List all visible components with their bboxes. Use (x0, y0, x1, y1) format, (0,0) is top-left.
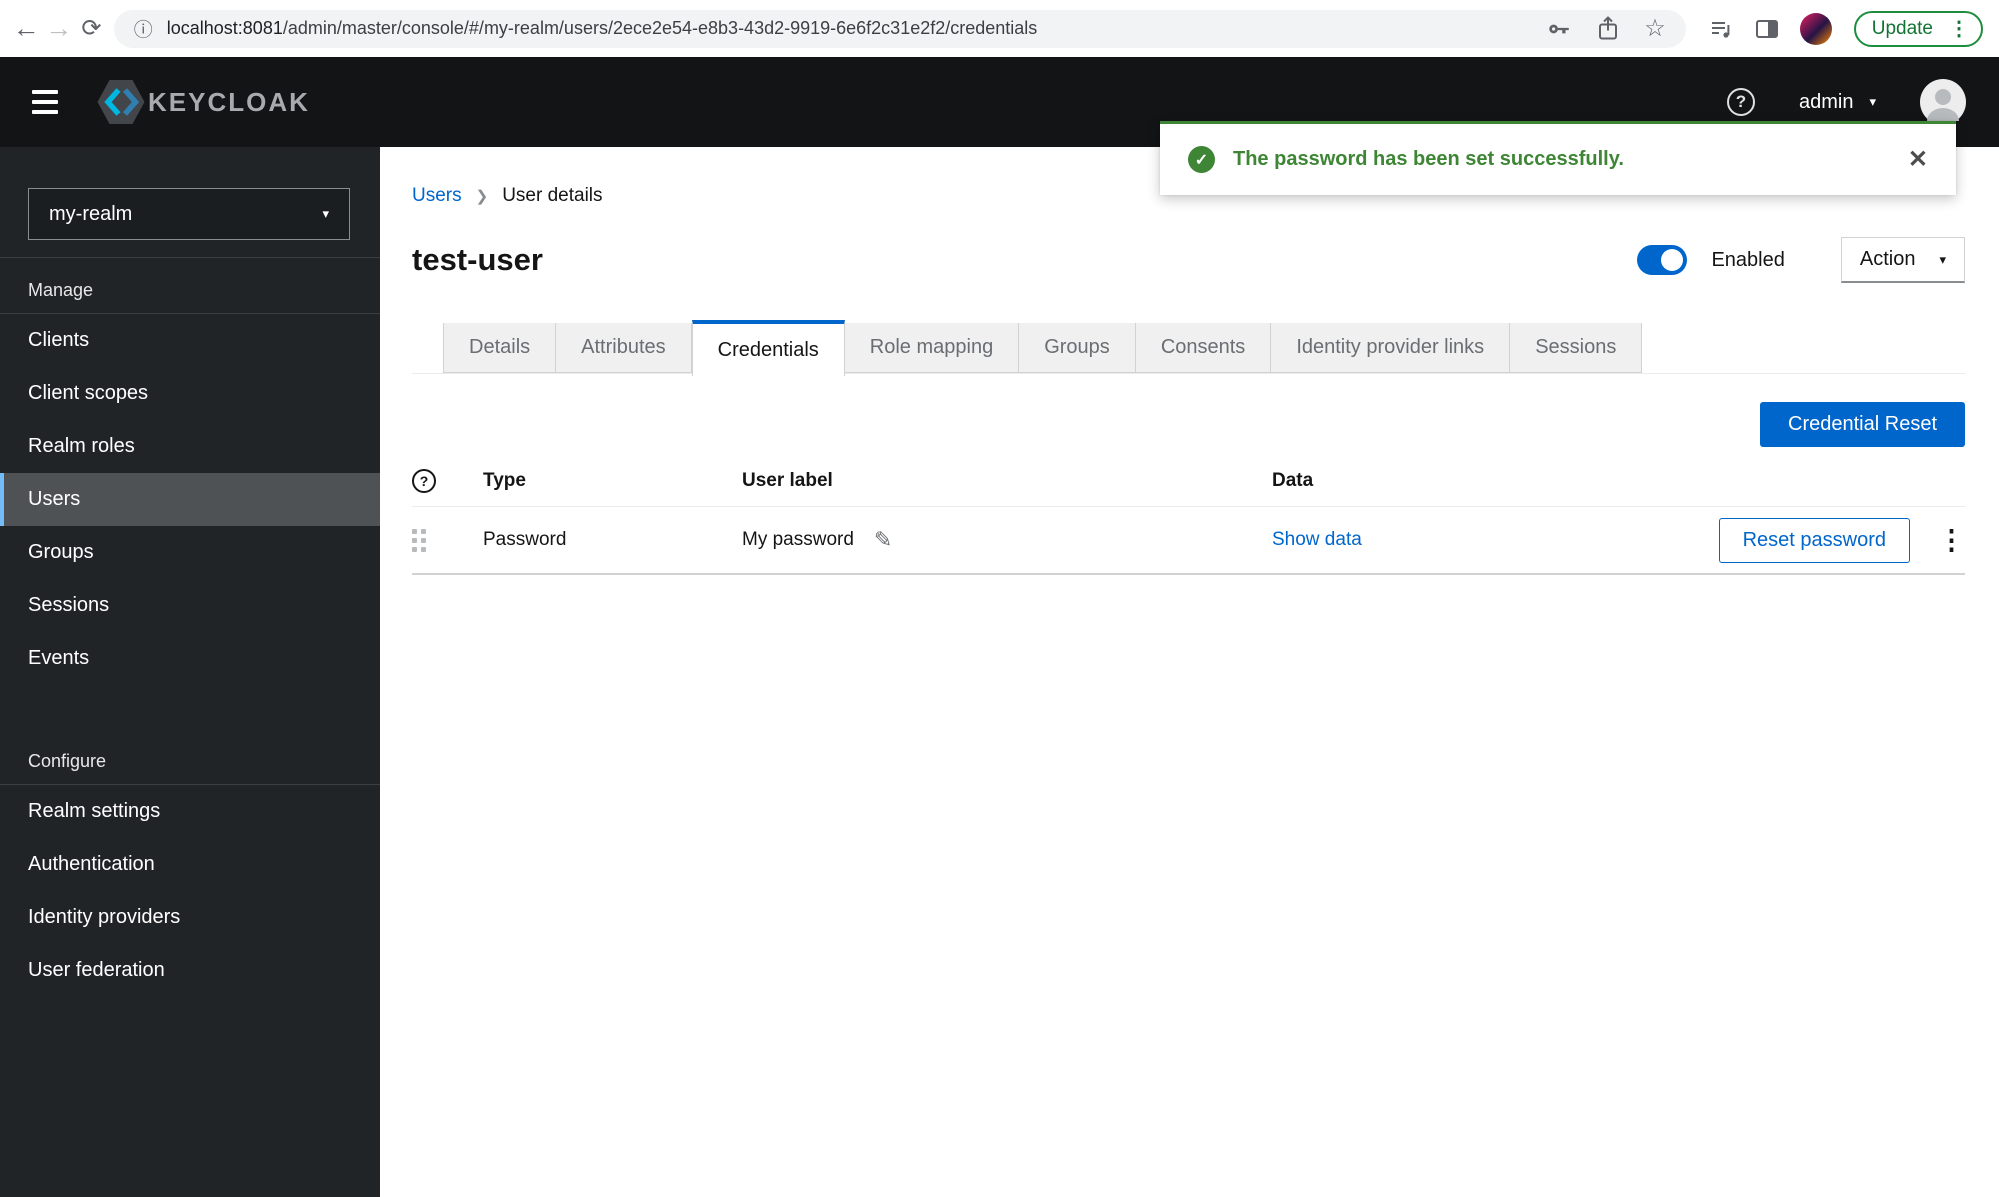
forward-icon[interactable]: → (43, 13, 76, 44)
enabled-label: Enabled (1711, 248, 1785, 271)
keycloak-emblem-icon (97, 80, 145, 124)
column-header-data: Data (1272, 469, 1314, 491)
key-icon[interactable] (1546, 16, 1572, 42)
breadcrumb-current: User details (502, 185, 603, 206)
bookmark-star-icon[interactable]: ☆ (1644, 16, 1666, 41)
show-data-link[interactable]: Show data (1272, 529, 1362, 550)
enabled-toggle[interactable] (1637, 245, 1688, 275)
sidebar-item-realm-roles[interactable]: Realm roles (0, 420, 380, 473)
page-title: test-user (412, 242, 543, 277)
kebab-menu-icon[interactable]: ⋮ (1938, 526, 1965, 554)
url-port: :8081 (237, 18, 283, 38)
sidebar-item-identity-providers[interactable]: Identity providers (0, 891, 380, 944)
help-icon[interactable]: ? (1726, 88, 1755, 116)
table-row: Password My password ✎ Show data Reset p… (412, 507, 1965, 575)
main-content: Users ❯ User details test-user Enabled A… (380, 147, 1999, 1197)
credential-user-label: My password (742, 529, 854, 550)
url-host: localhost (166, 18, 238, 38)
browser-profile-avatar[interactable] (1799, 12, 1832, 45)
nav-group-manage: Manage Clients Client scopes Realm roles… (0, 258, 380, 685)
browser-chrome: ← → ⟳ ⓘ localhost:8081/admin/master/cons… (0, 0, 1999, 57)
reload-icon[interactable]: ⟳ (75, 14, 108, 43)
sidebar-item-authentication[interactable]: Authentication (0, 838, 380, 891)
address-bar[interactable]: ⓘ localhost:8081/admin/master/console/#/… (113, 9, 1686, 48)
reading-list-icon[interactable] (1708, 17, 1734, 41)
table-help-icon[interactable]: ? (412, 468, 436, 493)
side-panel-icon[interactable] (1755, 19, 1778, 38)
reset-password-button[interactable]: Reset password (1718, 517, 1910, 563)
site-info-icon[interactable]: ⓘ (134, 15, 153, 42)
toggle-knob (1661, 249, 1684, 271)
realm-name: my-realm (49, 202, 133, 225)
avatar[interactable] (1920, 79, 1966, 125)
edit-icon[interactable]: ✎ (874, 527, 892, 553)
sidebar-item-user-federation[interactable]: User federation (0, 944, 380, 997)
table-header: ? Type User label Data (412, 455, 1965, 507)
sidebar: my-realm ▾ Manage Clients Client scopes … (0, 147, 380, 1197)
tab-credentials[interactable]: Credentials (691, 320, 845, 376)
tab-groups[interactable]: Groups (1019, 323, 1136, 373)
credential-type: Password (483, 529, 567, 550)
brand-text: KEYCLOAK (148, 86, 310, 117)
update-button[interactable]: Update ⋮ (1853, 10, 1984, 47)
tabs-bar: Details Attributes Credentials Role mapp… (412, 317, 1965, 376)
column-header-user-label: User label (742, 469, 833, 491)
column-header-type: Type (483, 469, 526, 491)
sidebar-item-sessions[interactable]: Sessions (0, 579, 380, 632)
tab-sessions[interactable]: Sessions (1510, 323, 1643, 373)
realm-selector[interactable]: my-realm ▾ (28, 188, 350, 240)
chevron-down-icon: ▾ (1869, 94, 1876, 109)
sidebar-item-client-scopes[interactable]: Client scopes (0, 367, 380, 420)
nav-group-label: Manage (28, 280, 94, 300)
tab-consents[interactable]: Consents (1135, 323, 1272, 373)
action-dropdown[interactable]: Action ▾ (1840, 237, 1965, 283)
sidebar-item-groups[interactable]: Groups (0, 526, 380, 579)
tab-details[interactable]: Details (443, 323, 557, 373)
sidebar-item-users[interactable]: Users (0, 473, 380, 526)
hamburger-menu-icon[interactable] (32, 90, 58, 114)
tab-identity-provider-links[interactable]: Identity provider links (1271, 323, 1511, 373)
nav-group-configure: Configure Realm settings Authentication … (0, 729, 380, 997)
browser-menu-icon[interactable]: ⋮ (1945, 16, 1973, 41)
action-label: Action (1859, 248, 1916, 270)
omnibox-icons: ☆ (1546, 15, 1666, 42)
back-icon[interactable]: ← (10, 13, 43, 44)
breadcrumb-chevron-icon: ❯ (475, 188, 489, 205)
success-alert: ✓ The password has been set successfully… (1160, 121, 1956, 195)
tab-role-mapping[interactable]: Role mapping (844, 323, 1020, 373)
masthead-right: ? admin ▾ (1726, 79, 1966, 125)
user-menu[interactable]: admin ▾ (1799, 91, 1876, 114)
title-controls: Enabled Action ▾ (1637, 237, 1965, 283)
alert-message: The password has been set successfully. (1233, 148, 1624, 170)
credentials-toolbar: Credential Reset (412, 402, 1965, 447)
credentials-table: ? Type User label Data Password My passw… (412, 455, 1965, 575)
tab-attributes[interactable]: Attributes (556, 323, 692, 373)
url-path: /admin/master/console/#/my-realm/users/2… (282, 18, 1038, 38)
url-text: localhost:8081/admin/master/console/#/my… (167, 18, 1532, 39)
credential-reset-button[interactable]: Credential Reset (1760, 402, 1965, 447)
sidebar-item-realm-settings[interactable]: Realm settings (0, 785, 380, 838)
breadcrumb-users-link[interactable]: Users (412, 185, 462, 207)
drag-handle[interactable] (412, 528, 426, 552)
share-icon[interactable] (1596, 15, 1620, 42)
success-check-icon: ✓ (1188, 146, 1215, 173)
chevron-down-icon: ▾ (1939, 251, 1946, 267)
sidebar-item-events[interactable]: Events (0, 632, 380, 685)
sidebar-item-clients[interactable]: Clients (0, 314, 380, 367)
chevron-down-icon: ▾ (322, 206, 329, 221)
title-row: test-user Enabled Action ▾ (412, 237, 1965, 283)
close-icon[interactable]: ✕ (1908, 145, 1928, 174)
username: admin (1798, 90, 1854, 113)
update-label: Update (1871, 17, 1934, 39)
nav-group-label: Configure (28, 751, 107, 771)
chrome-toolbar-right: Update ⋮ (1708, 10, 1984, 47)
keycloak-logo: KEYCLOAK (96, 79, 310, 125)
